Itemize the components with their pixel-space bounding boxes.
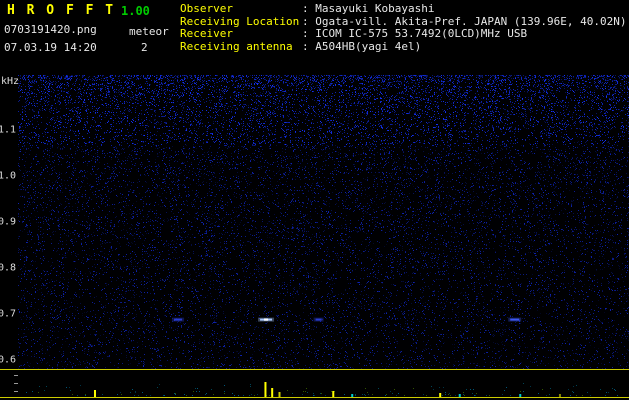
y-axis-tick-label: 0.8 bbox=[0, 262, 16, 274]
output-filename: 0703191420.png bbox=[4, 23, 97, 36]
spectrogram-canvas bbox=[18, 75, 629, 369]
mode-label: meteor bbox=[129, 25, 169, 38]
info-row-receiving-antenna: Receiving antenna : A504HB(yagi 4el) bbox=[180, 39, 627, 54]
level-strip-tick bbox=[14, 375, 18, 376]
info-value: : A504HB(yagi 4el) bbox=[302, 39, 422, 53]
y-axis-tick-label: 1.0 bbox=[0, 170, 16, 182]
level-strip-tick bbox=[14, 383, 18, 384]
info-label: Receiver bbox=[180, 27, 233, 40]
y-axis-tick-labels: 1.1 1.0 0.9 0.8 0.7 0.6 bbox=[0, 0, 17, 400]
signal-level-strip-canvas bbox=[18, 371, 629, 397]
info-value: : ICOM IC-575 53.7492(0LCD)MHz USB bbox=[302, 27, 528, 40]
y-axis-tick-label: 0.6 bbox=[0, 354, 16, 366]
y-axis-tick-label: 1.1 bbox=[0, 124, 16, 136]
level-strip-tick bbox=[14, 391, 18, 392]
info-value: : Masayuki Kobayashi bbox=[302, 2, 435, 15]
app-version: 1.00 bbox=[121, 4, 150, 18]
info-label: Receiving antenna bbox=[180, 39, 293, 53]
y-axis-tick-label: 0.9 bbox=[0, 216, 16, 228]
hrofft-window: H R O F F T 1.00 0703191420.png meteor 0… bbox=[0, 0, 629, 400]
timestamp: 07.03.19 14:20 bbox=[4, 41, 97, 54]
info-label: Observer bbox=[180, 2, 233, 15]
app-title: H R O F F T bbox=[7, 3, 116, 18]
separator-line bbox=[0, 397, 629, 398]
info-row-observer: Observer : Masayuki Kobayashi bbox=[180, 2, 627, 16]
separator-line bbox=[0, 369, 629, 370]
y-axis-tick-label: 0.7 bbox=[0, 308, 16, 320]
station-info: Observer : Masayuki Kobayashi Receiving … bbox=[180, 2, 627, 54]
info-row-receiver: Receiver : ICOM IC-575 53.7492(0LCD)MHz … bbox=[180, 27, 627, 41]
meteor-count: 2 bbox=[141, 41, 148, 54]
